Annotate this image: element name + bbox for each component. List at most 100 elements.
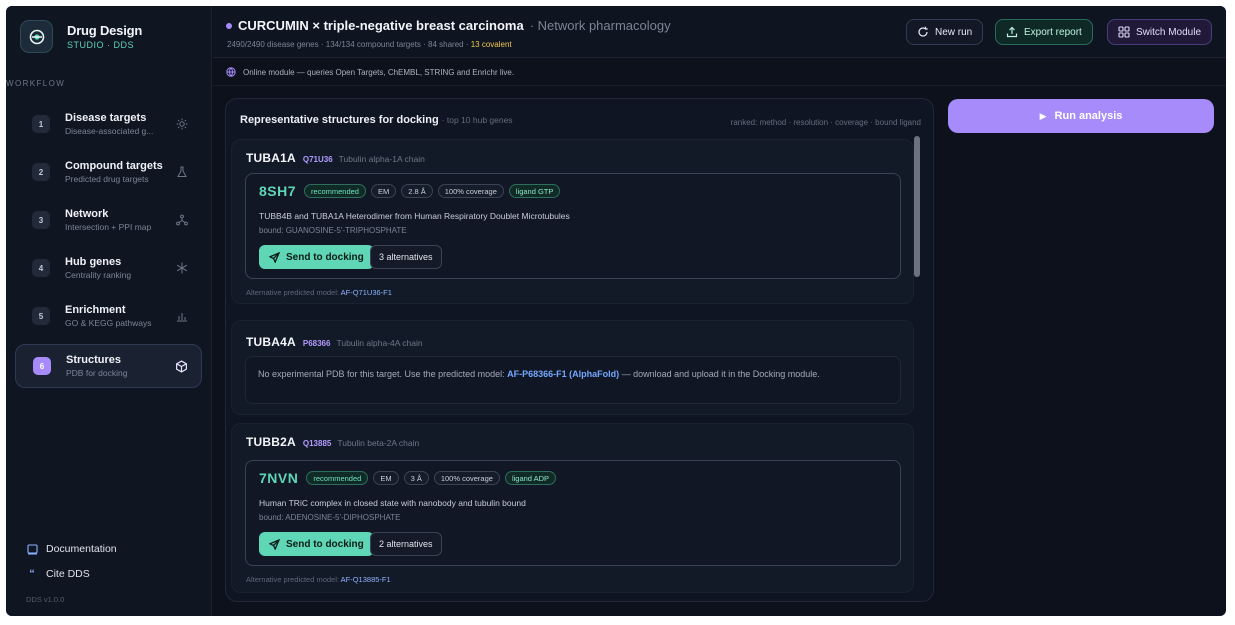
documentation-label: Documentation bbox=[46, 543, 117, 555]
run-analysis-button[interactable]: ▶ Run analysis bbox=[948, 99, 1214, 133]
export-label: Export report bbox=[1024, 26, 1082, 38]
play-icon: ▶ bbox=[1039, 110, 1047, 121]
flask-icon bbox=[170, 166, 194, 178]
pdb-id[interactable]: 8SH7 bbox=[259, 183, 296, 199]
gene-header: TUBA1A Q71U36 Tubulin alpha-1A chain bbox=[246, 151, 425, 165]
network-icon bbox=[170, 214, 194, 226]
step-subtitle: Centrality ranking bbox=[65, 270, 132, 280]
cube-icon bbox=[169, 359, 193, 373]
sun-icon bbox=[170, 118, 194, 130]
globe-icon bbox=[226, 67, 236, 77]
send-to-docking-button[interactable]: Send to docking bbox=[259, 245, 374, 269]
title-tag: · Network pharmacology bbox=[529, 18, 671, 33]
coverage-badge: 100% coverage bbox=[437, 184, 504, 198]
card-subtitle: · top 10 hub genes bbox=[441, 115, 513, 125]
alternatives-button[interactable]: 2 alternatives bbox=[370, 532, 442, 556]
step-title: Compound targets bbox=[65, 160, 163, 172]
recommended-badge: recommended bbox=[306, 471, 369, 485]
sidebar-step-enrichment[interactable]: 5 Enrichment GO & KEGG pathways bbox=[15, 294, 202, 338]
step-subtitle: Intersection + PPI map bbox=[65, 222, 152, 232]
sidebar-step-structures[interactable]: 6 Structures PDB for docking bbox=[15, 344, 202, 388]
card-title: Representative structures for docking · t… bbox=[240, 114, 513, 126]
step-number: 1 bbox=[32, 115, 50, 133]
info-text: Online module — queries Open Targets, Ch… bbox=[243, 67, 515, 77]
pdb-id[interactable]: 7NVN bbox=[259, 470, 298, 486]
brand-subtitle: STUDIO · DDS bbox=[67, 40, 135, 50]
run-analysis-label: Run analysis bbox=[1054, 110, 1123, 122]
snowflake-icon bbox=[170, 262, 194, 274]
ligand-badge: ligand GTP bbox=[508, 184, 561, 198]
logo-icon bbox=[20, 20, 53, 53]
brand[interactable]: Drug Design STUDIO · DDS bbox=[20, 20, 142, 53]
quote-icon: “ bbox=[29, 568, 35, 580]
sidebar-step-network[interactable]: 3 Network Intersection + PPI map bbox=[15, 198, 202, 242]
new-run-button[interactable]: New run bbox=[906, 19, 984, 45]
alt-prefix: Alternative predicted model: bbox=[246, 575, 341, 584]
switch-module-button[interactable]: Switch Module bbox=[1107, 19, 1213, 45]
step-number: 3 bbox=[32, 211, 50, 229]
step-subtitle: Disease-associated g... bbox=[65, 126, 154, 136]
step-title: Enrichment bbox=[65, 304, 126, 316]
switch-label: Switch Module bbox=[1136, 26, 1202, 38]
status-dot bbox=[226, 22, 232, 29]
alphafold-model-link[interactable]: AF-Q13885-F1 bbox=[341, 575, 391, 584]
sidebar-step-hub-genes[interactable]: 4 Hub genes Centrality ranking bbox=[15, 246, 202, 290]
method-badge: EM bbox=[370, 184, 397, 198]
upload-icon bbox=[1006, 26, 1018, 38]
gene-list[interactable]: TUBA1A Q71U36 Tubulin alpha-1A chain 8SH… bbox=[231, 139, 919, 596]
ranking-note: ranked: method · resolution · coverage ·… bbox=[730, 118, 921, 127]
coverage-badge: 100% coverage bbox=[433, 471, 500, 485]
export-report-button[interactable]: Export report bbox=[995, 19, 1093, 45]
structures-card: Representative structures for docking · t… bbox=[225, 98, 934, 602]
card-title-text: Representative structures for docking bbox=[240, 114, 439, 126]
title-text: CURCUMIN × triple-negative breast carcin… bbox=[238, 18, 524, 33]
alphafold-model-link[interactable]: AF-P68366-F1 (AlphaFold) bbox=[507, 369, 619, 379]
uniprot-accession[interactable]: Q13885 bbox=[303, 439, 331, 448]
gene-symbol: TUBB2A bbox=[246, 435, 296, 449]
uniprot-accession[interactable]: P68366 bbox=[303, 339, 331, 348]
bound-ligand: bound: ADENOSINE-5'-DIPHOSPHATE bbox=[259, 513, 401, 522]
scrollbar-thumb[interactable] bbox=[914, 136, 920, 277]
cite-label: Cite DDS bbox=[46, 568, 90, 580]
send-to-docking-button[interactable]: Send to docking bbox=[259, 532, 374, 556]
gene-header: TUBA4A P68366 Tubulin alpha-4A chain bbox=[246, 335, 423, 349]
no-pdb-text: No experimental PDB for this target. Use… bbox=[258, 369, 508, 379]
step-title: Hub genes bbox=[65, 256, 122, 268]
page-title: CURCUMIN × triple-negative breast carcin… bbox=[226, 18, 671, 33]
resolution-badge: 3 Å bbox=[403, 471, 429, 485]
cite-link[interactable]: “ Cite DDS bbox=[26, 568, 90, 580]
alternative-model-note: Alternative predicted model: AF-Q71U36-F… bbox=[246, 288, 392, 297]
brand-name: Drug Design bbox=[67, 23, 143, 38]
app-window: Drug Design STUDIO · DDS WORKFLOW 1 Dise… bbox=[6, 6, 1226, 616]
dock-label: Send to docking bbox=[286, 251, 364, 263]
recommended-badge: recommended bbox=[304, 184, 366, 198]
structure-description: Human TRiC complex in closed state with … bbox=[259, 498, 526, 508]
ligand-badge: ligand ADP bbox=[504, 471, 557, 485]
bound-ligand: bound: GUANOSINE-5'-TRIPHOSPHATE bbox=[259, 226, 407, 235]
resolution-badge: 2.8 Å bbox=[401, 184, 433, 198]
step-subtitle: Predicted drug targets bbox=[65, 174, 149, 184]
workflow-label: WORKFLOW bbox=[6, 79, 66, 88]
book-icon bbox=[26, 543, 38, 555]
sidebar-step-disease-targets[interactable]: 1 Disease targets Disease-associated g..… bbox=[15, 102, 202, 146]
covalent-count: 13 covalent bbox=[470, 40, 512, 49]
step-subtitle: PDB for docking bbox=[66, 368, 128, 378]
scrollbar[interactable] bbox=[914, 136, 920, 598]
alphafold-model-link[interactable]: AF-Q71U36-F1 bbox=[341, 288, 392, 297]
no-pdb-notice: No experimental PDB for this target. Use… bbox=[245, 356, 901, 404]
protein-name: Tubulin beta-2A chain bbox=[337, 438, 420, 448]
documentation-link[interactable]: Documentation bbox=[26, 543, 117, 555]
protein-name: Tubulin alpha-4A chain bbox=[336, 338, 423, 348]
send-icon bbox=[269, 251, 280, 263]
sidebar-step-compound-targets[interactable]: 2 Compound targets Predicted drug target… bbox=[15, 150, 202, 194]
alternatives-button[interactable]: 3 alternatives bbox=[370, 245, 442, 269]
uniprot-accession[interactable]: Q71U36 bbox=[303, 155, 333, 164]
gene-card: TUBB2A Q13885 Tubulin beta-2A chain 7NVN… bbox=[231, 423, 914, 593]
send-icon bbox=[269, 538, 280, 550]
alternative-model-note: Alternative predicted model: AF-Q13885-F… bbox=[246, 575, 391, 584]
step-number: 6 bbox=[33, 357, 51, 375]
step-number: 4 bbox=[32, 259, 50, 277]
step-title: Network bbox=[65, 208, 109, 220]
header-stats: 2490/2490 disease genes · 134/134 compou… bbox=[227, 40, 512, 49]
version-label: DDS v1.0.0 bbox=[26, 595, 65, 604]
